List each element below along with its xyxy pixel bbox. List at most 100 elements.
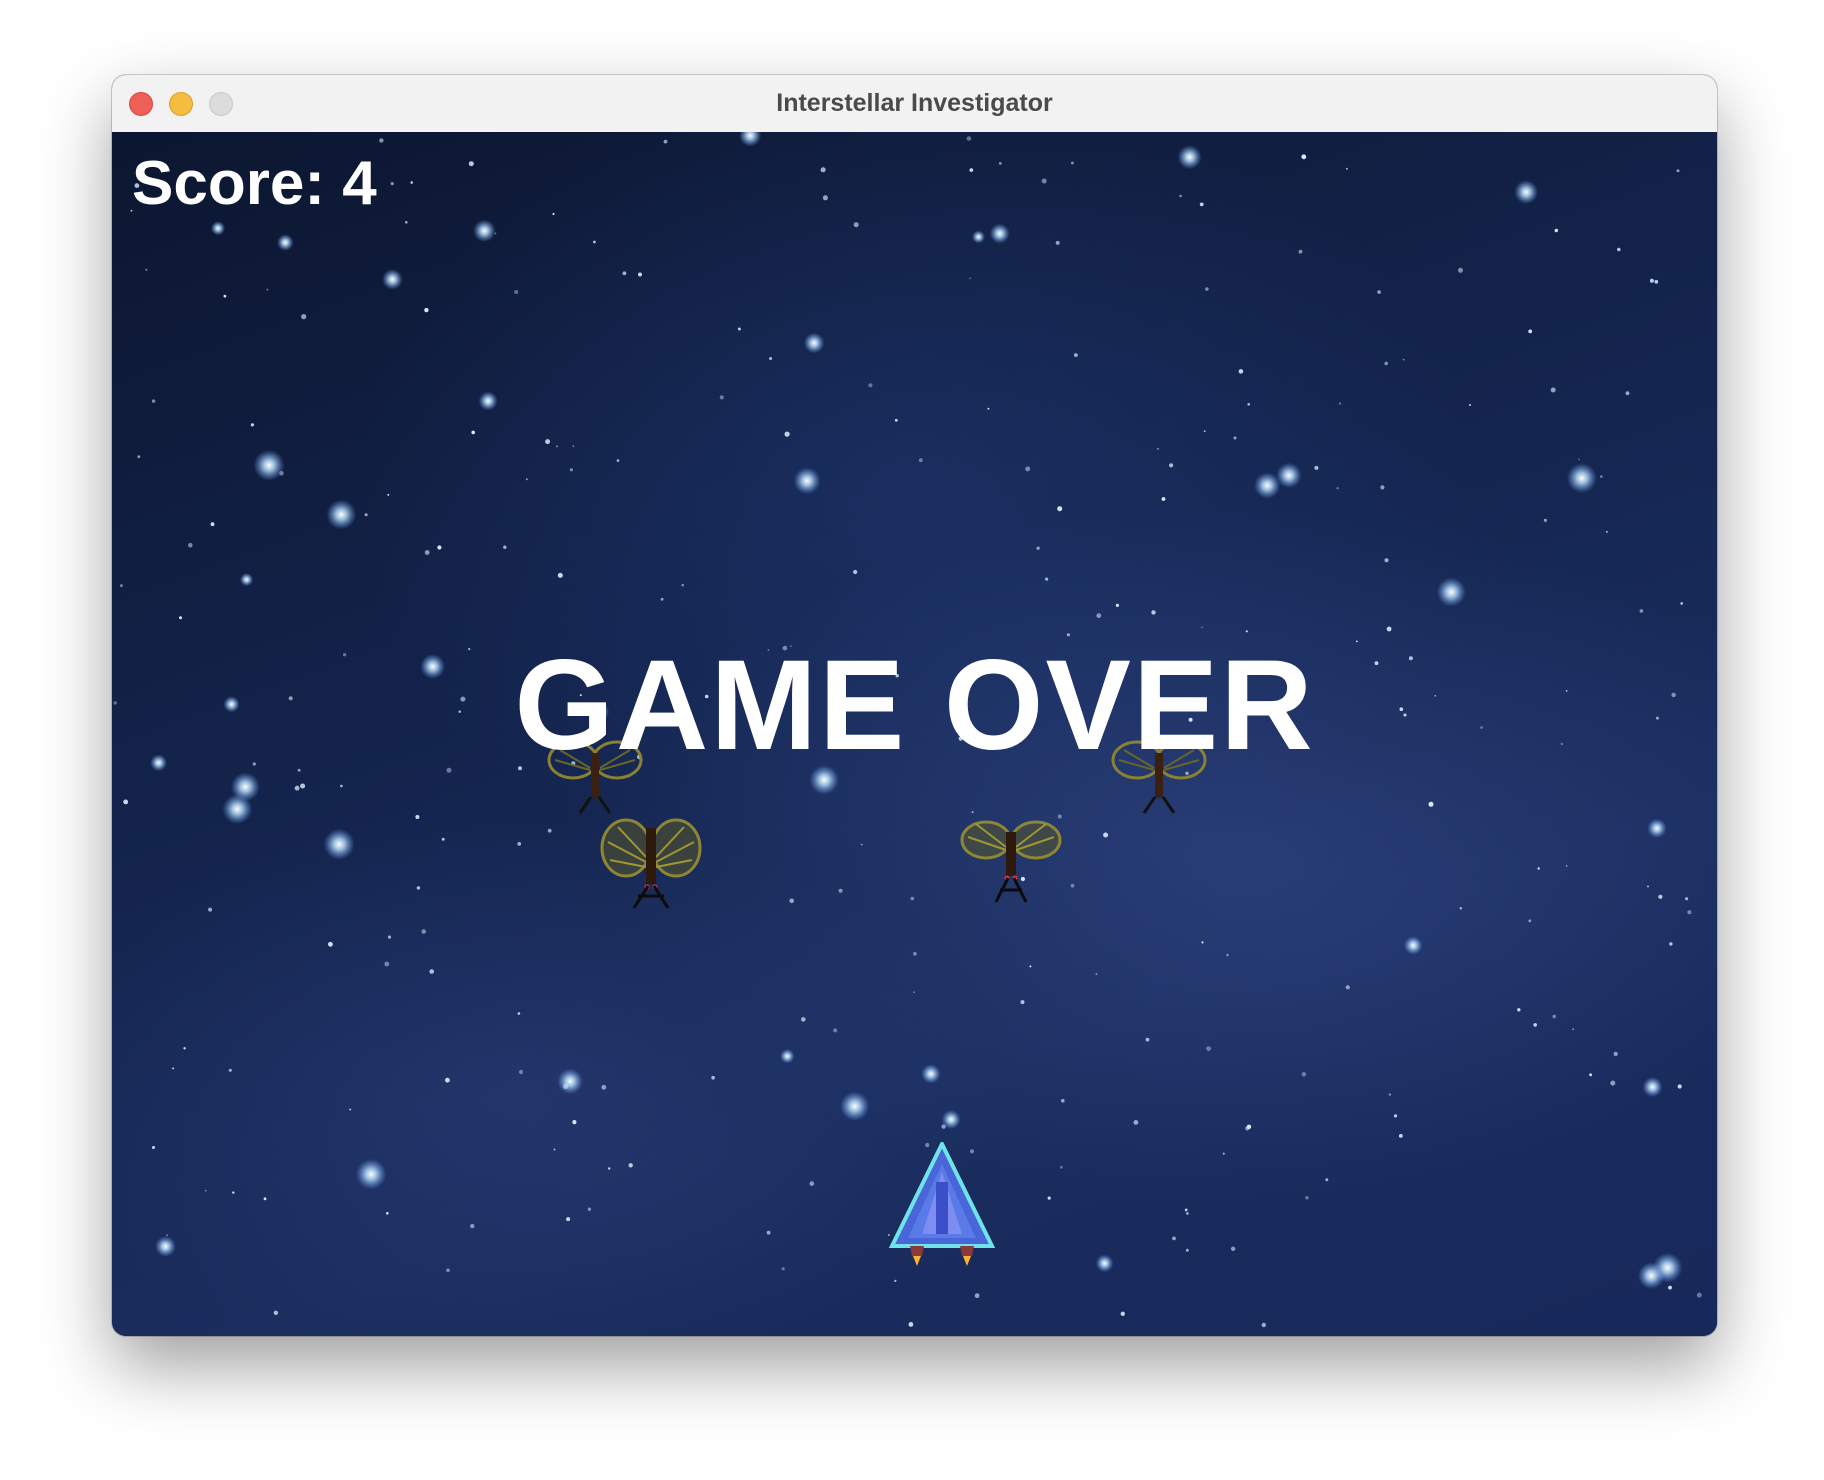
star <box>809 1181 815 1186</box>
star <box>415 815 420 819</box>
player-spaceship[interactable] <box>888 1142 996 1270</box>
star <box>566 1217 571 1222</box>
star <box>719 395 724 400</box>
window-title: Interstellar Investigator <box>776 89 1053 117</box>
star <box>638 272 642 277</box>
star <box>1186 1212 1189 1215</box>
star <box>1533 1023 1537 1027</box>
star <box>1036 546 1040 550</box>
star <box>1676 169 1680 173</box>
star <box>1393 1114 1398 1118</box>
star <box>1550 387 1556 393</box>
star <box>1613 1051 1618 1057</box>
star <box>470 1223 475 1229</box>
star <box>273 1310 279 1316</box>
star <box>179 616 182 620</box>
star <box>737 327 741 331</box>
game-canvas[interactable]: Score: 4 GAME OVER <box>112 132 1717 1336</box>
star <box>1600 475 1603 478</box>
bright-star <box>1403 936 1423 955</box>
star <box>364 513 368 517</box>
star <box>833 1028 838 1033</box>
star <box>1377 290 1381 294</box>
star <box>1380 485 1385 490</box>
star <box>1528 919 1532 923</box>
star <box>1071 161 1074 165</box>
star <box>894 418 898 422</box>
star <box>1384 361 1388 366</box>
spaceship-icon <box>888 1142 996 1266</box>
star <box>552 212 555 216</box>
star <box>1402 358 1405 361</box>
bright-star <box>478 391 498 411</box>
star <box>969 168 974 172</box>
star <box>1459 907 1463 910</box>
star <box>145 268 148 271</box>
star <box>300 783 306 789</box>
star <box>228 1068 232 1072</box>
star <box>446 1268 450 1272</box>
moth-icon <box>960 820 1062 903</box>
star <box>1096 613 1102 619</box>
star <box>119 584 123 588</box>
star <box>1047 1196 1051 1200</box>
star <box>1247 403 1250 406</box>
star <box>1649 278 1654 283</box>
star <box>1606 531 1608 533</box>
star <box>517 1012 521 1015</box>
star <box>1305 1196 1309 1200</box>
bright-star <box>1566 463 1597 494</box>
star <box>445 1077 450 1083</box>
star <box>1246 1124 1252 1129</box>
bright-star <box>989 223 1010 244</box>
star <box>514 290 519 294</box>
star <box>424 307 429 313</box>
star <box>205 1189 207 1192</box>
star <box>587 1207 592 1211</box>
star <box>553 1148 556 1151</box>
star <box>1074 353 1078 357</box>
star <box>1386 626 1392 632</box>
star <box>1669 942 1673 946</box>
star <box>468 161 474 167</box>
bright-star <box>323 828 355 860</box>
bright-star <box>1637 1262 1665 1290</box>
star <box>1226 953 1229 957</box>
bright-star <box>326 499 357 530</box>
star <box>387 493 390 496</box>
star <box>1610 1080 1616 1086</box>
star <box>151 399 156 403</box>
star <box>966 136 972 141</box>
star <box>910 896 915 901</box>
star <box>1685 897 1689 901</box>
star <box>1230 1246 1236 1252</box>
star <box>1060 1165 1063 1169</box>
star <box>250 423 254 427</box>
star <box>789 898 794 904</box>
star <box>424 550 430 555</box>
star <box>1057 506 1063 512</box>
bright-star <box>971 230 986 244</box>
star <box>1345 167 1348 170</box>
star <box>1696 1292 1702 1298</box>
star <box>1458 267 1463 273</box>
bright-star <box>739 132 762 147</box>
star <box>894 1279 897 1283</box>
moth-enemy <box>600 818 702 909</box>
star <box>1184 1208 1188 1212</box>
star <box>1206 1046 1211 1051</box>
star <box>166 1234 168 1237</box>
star <box>410 181 414 184</box>
star <box>1041 178 1047 184</box>
star <box>1428 801 1434 807</box>
bright-star <box>239 572 254 587</box>
star <box>208 907 213 912</box>
star <box>1338 402 1342 405</box>
star <box>1169 463 1174 468</box>
bright-star <box>382 269 403 290</box>
star <box>1161 497 1166 501</box>
star <box>386 1212 389 1215</box>
bright-star <box>840 1091 870 1121</box>
star <box>1528 329 1533 334</box>
bright-star <box>1436 577 1466 607</box>
